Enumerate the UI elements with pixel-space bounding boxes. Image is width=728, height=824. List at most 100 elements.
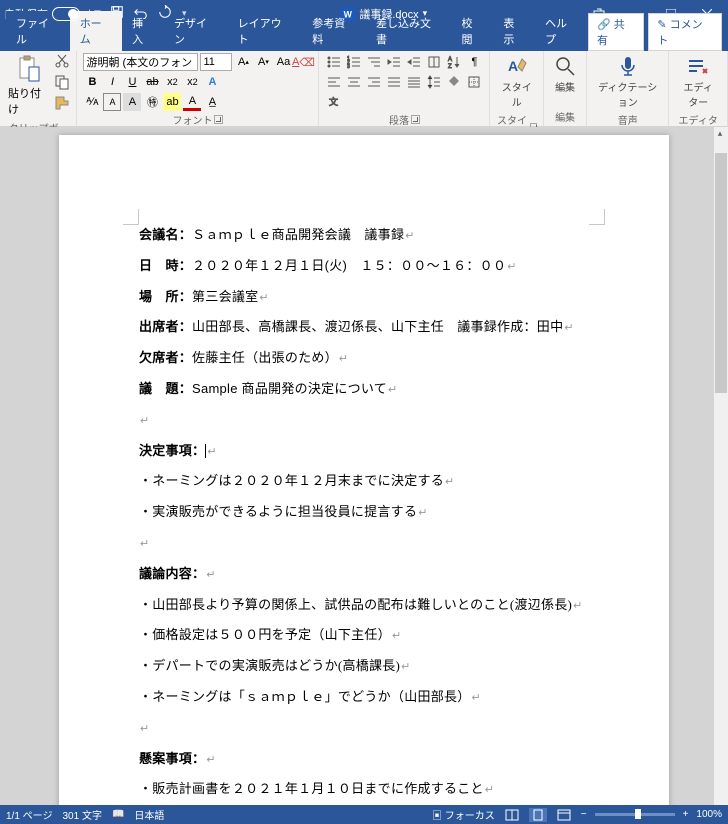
tab-view[interactable]: 表示 (493, 11, 535, 51)
dictate-button[interactable]: ディクテーション (593, 53, 662, 111)
cut-icon[interactable] (54, 53, 70, 72)
spellcheck-icon[interactable]: 📖 (112, 809, 124, 820)
group-paragraph: 123 AZ ¶ 文 段落 (319, 51, 490, 126)
char-border-icon[interactable]: A (103, 93, 121, 111)
subscript-button[interactable]: x2 (163, 73, 181, 91)
page[interactable]: 会議名：Ｓａｍｐｌｅ商品開発会議 議事録 日 時：２０２０年１２月１日(火) １… (59, 135, 669, 805)
doc-section[interactable]: 決定事項： (139, 441, 589, 462)
tab-design[interactable]: デザイン (164, 11, 228, 51)
read-mode-icon[interactable] (503, 808, 521, 822)
page-count[interactable]: 1/1 ページ (6, 807, 52, 822)
line-spacing-icon[interactable] (425, 73, 443, 91)
print-layout-icon[interactable] (529, 808, 547, 822)
doc-line[interactable]: 議 題：Sample 商品開発の決定について (139, 379, 589, 400)
svg-text:Z: Z (448, 64, 452, 69)
sort-icon[interactable]: AZ (445, 53, 463, 71)
zoom-in-icon[interactable]: + (683, 809, 689, 820)
font-color-icon[interactable]: A (183, 93, 201, 111)
align-right-icon[interactable] (365, 73, 383, 91)
format-painter-icon[interactable] (54, 95, 70, 114)
doc-blank[interactable] (139, 533, 589, 554)
web-layout-icon[interactable] (555, 808, 573, 822)
doc-bullet[interactable]: ・販売計画書を２０２１年１月１０日までに作成すること (139, 779, 589, 800)
vertical-scrollbar[interactable]: ▴ (714, 127, 728, 805)
doc-blank[interactable] (139, 718, 589, 739)
doc-line[interactable]: 場 所：第三会議室 (139, 287, 589, 308)
zoom-slider[interactable] (595, 813, 675, 816)
svg-text:A: A (448, 57, 452, 63)
scroll-up-icon[interactable]: ▴ (714, 127, 726, 139)
doc-blank[interactable] (139, 410, 589, 431)
distribute-icon[interactable] (405, 73, 423, 91)
doc-bullet[interactable]: ・ネーミングは「ｓａｍｐｌｅ」でどうか（山田部長） (139, 687, 589, 708)
justify-icon[interactable] (385, 73, 403, 91)
highlight-icon[interactable]: ab (163, 93, 181, 111)
group-font: A▴ A▾ Aa A⌫ B I U ab x2 x2 A ᴬ⁄ᴀ A A ㊕ a… (77, 51, 319, 126)
font-size-select[interactable] (200, 53, 232, 71)
shading-icon[interactable] (445, 73, 463, 91)
tab-layout[interactable]: レイアウト (228, 11, 303, 51)
tab-help[interactable]: ヘルプ (535, 11, 588, 51)
paste-button[interactable]: 貼り付け (6, 53, 52, 119)
doc-line[interactable]: 出席者：山田部長、高橋課長、渡辺係長、山下主任 議事録作成：田中 (139, 317, 589, 338)
tab-insert[interactable]: 挿入 (122, 11, 164, 51)
borders-icon[interactable] (465, 73, 483, 91)
scroll-thumb[interactable] (715, 153, 727, 393)
doc-line[interactable]: 欠席者：佐藤主任（出張のため） (139, 348, 589, 369)
document-area[interactable]: thsight.xyz 会議名：Ｓａｍｐｌｅ商品開発会議 議事録 日 時：２０２… (0, 127, 728, 805)
doc-bullet[interactable]: ・ネーミングは２０２０年１２月末までに決定する (139, 471, 589, 492)
doc-section[interactable]: 懸案事項： (139, 749, 589, 770)
multilevel-icon[interactable] (365, 53, 383, 71)
paragraph-launcher-icon[interactable] (411, 115, 420, 124)
zoom-level[interactable]: 100% (696, 809, 722, 820)
grow-font-icon[interactable]: A▴ (234, 53, 252, 71)
doc-bullet[interactable]: ・実演販売ができるように担当役員に提言する (139, 502, 589, 523)
copy-icon[interactable] (54, 74, 70, 93)
font-name-select[interactable] (83, 53, 198, 71)
bold-button[interactable]: B (83, 73, 101, 91)
align-center-icon[interactable] (345, 73, 363, 91)
align-left-icon[interactable] (325, 73, 343, 91)
increase-indent-icon[interactable] (405, 53, 423, 71)
italic-button[interactable]: I (103, 73, 121, 91)
doc-bullet[interactable]: ・デパートでの実演販売はどうか(高橋課長) (139, 656, 589, 677)
change-case-icon[interactable]: Aa (274, 53, 292, 71)
language[interactable]: 日本語 (134, 807, 164, 822)
show-marks-icon[interactable]: ¶ (465, 53, 483, 71)
styles-button[interactable]: A スタイル (496, 53, 537, 111)
asian-layout-icon[interactable] (425, 53, 443, 71)
strikethrough-button[interactable]: ab (143, 73, 161, 91)
tab-review[interactable]: 校閲 (451, 11, 493, 51)
doc-section[interactable]: 議論内容： (139, 564, 589, 585)
phonetic-guide-icon[interactable]: ᴬ⁄ᴀ (83, 93, 101, 111)
bullets-icon[interactable] (325, 53, 343, 71)
clear-format-icon[interactable]: A⌫ (294, 53, 312, 71)
paste-label: 貼り付け (8, 85, 50, 117)
comments-button[interactable]: ✎ コメント (648, 13, 722, 51)
doc-line[interactable]: 日 時：２０２０年１２月１日(火) １５：００～１６：００ (139, 256, 589, 277)
share-button[interactable]: 🔗 共有 (588, 13, 644, 51)
numbering-icon[interactable]: 123 (345, 53, 363, 71)
doc-bullet[interactable]: ・山田部長より予算の関係上、試供品の配布は難しいとのこと(渡辺係長) (139, 595, 589, 616)
doc-line[interactable]: 会議名：Ｓａｍｐｌｅ商品開発会議 議事録 (139, 225, 589, 246)
toggle-off-icon[interactable] (52, 7, 80, 21)
word-count[interactable]: 301 文字 (62, 807, 101, 822)
superscript-button[interactable]: x2 (183, 73, 201, 91)
underline-button[interactable]: U (123, 73, 141, 91)
svg-text:3: 3 (347, 64, 350, 69)
char-shading-icon[interactable]: A (123, 93, 141, 111)
text-direction-icon[interactable]: 文 (325, 93, 343, 111)
char-scale-icon[interactable]: A̲ (203, 93, 221, 111)
editing-button[interactable]: 編集 (550, 53, 580, 96)
decrease-indent-icon[interactable] (385, 53, 403, 71)
text-effects-icon[interactable]: A (203, 73, 221, 91)
editor-button[interactable]: エディター (675, 53, 721, 111)
tab-references[interactable]: 参考資料 (302, 11, 366, 51)
focus-mode[interactable]: ▣ フォーカス (432, 807, 495, 822)
doc-bullet[interactable]: ・価格設定は５００円を予定（山下主任） (139, 625, 589, 646)
enclose-char-icon[interactable]: ㊕ (143, 93, 161, 111)
zoom-out-icon[interactable]: − (581, 809, 587, 820)
shrink-font-icon[interactable]: A▾ (254, 53, 272, 71)
font-launcher-icon[interactable] (214, 115, 223, 124)
tab-mailings[interactable]: 差し込み文書 (366, 11, 452, 51)
